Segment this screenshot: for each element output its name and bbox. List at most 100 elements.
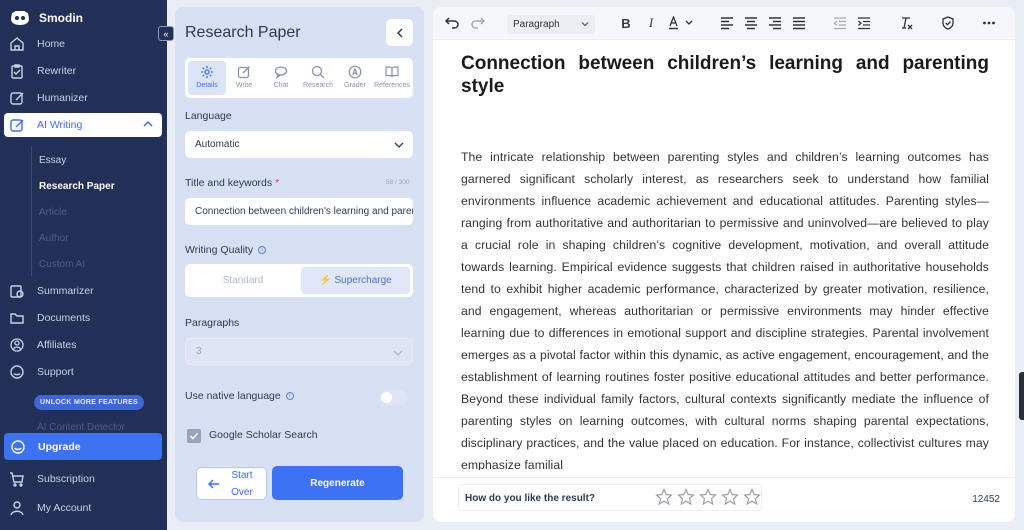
nav-support[interactable]: Support — [4, 360, 162, 384]
outdent-button[interactable] — [833, 16, 847, 30]
upgrade-label: Upgrade — [38, 440, 81, 453]
nav-summarizer-label: Summarizer — [37, 285, 94, 297]
align-center-icon — [745, 17, 757, 30]
summarizer-icon — [10, 285, 24, 298]
language-select[interactable]: Automatic — [185, 131, 413, 158]
tab-write-label: Write — [235, 82, 253, 89]
align-right-icon — [769, 17, 781, 30]
align-left-button[interactable] — [720, 16, 734, 30]
title-input[interactable]: Connection between children's learning a… — [185, 198, 413, 225]
redo-button[interactable] — [471, 16, 485, 30]
tab-chat-label: Chat — [273, 82, 289, 89]
star-icon[interactable] — [677, 488, 695, 506]
start-over-button[interactable]: Start Over — [196, 467, 267, 500]
indent-button[interactable] — [857, 16, 871, 30]
upgrade-button[interactable]: Upgrade — [4, 433, 162, 460]
align-center-button[interactable] — [744, 16, 758, 30]
text-color-button[interactable] — [668, 16, 696, 30]
italic-icon: I — [648, 15, 654, 30]
more-options-button[interactable] — [982, 16, 996, 30]
star-icon[interactable] — [699, 488, 717, 506]
unlock-features-badge[interactable]: UNLOCK MORE FEATURES — [34, 395, 145, 410]
more-horizontal-icon — [983, 21, 995, 25]
nav-home-label: Home — [37, 38, 66, 50]
title-label-text: Title and keywords — [185, 177, 273, 189]
tab-references-label: References — [374, 82, 410, 89]
nav-affiliates[interactable]: Affiliates — [4, 333, 162, 357]
brand-name: Smodin — [39, 11, 83, 25]
grade-a-icon — [348, 65, 362, 79]
align-right-button[interactable] — [768, 16, 782, 30]
info-icon[interactable]: i — [258, 246, 267, 255]
nav-documents[interactable]: Documents — [4, 306, 162, 330]
tab-grader-label: Grader — [344, 82, 366, 89]
nav-ai-content-detector[interactable]: AI Content Detector — [37, 422, 125, 433]
nav-humanizer-label: Humanizer — [37, 92, 88, 104]
star-icon[interactable] — [743, 488, 761, 506]
nav-home[interactable]: Home — [4, 32, 162, 56]
native-language-label: Use native language i — [185, 390, 294, 402]
tab-research-label: Research — [303, 82, 333, 89]
documents-icon — [10, 313, 24, 324]
chevron-down-icon — [394, 142, 404, 148]
document-heading[interactable]: Connection between children’s learning a… — [461, 52, 989, 98]
nav-humanizer[interactable]: Humanizer — [4, 86, 162, 110]
align-justify-button[interactable] — [792, 16, 806, 30]
nav-my-account[interactable]: My Account — [4, 496, 162, 520]
nav-my-account-label: My Account — [37, 502, 92, 514]
brand[interactable]: Smodin — [10, 10, 83, 26]
account-icon — [10, 501, 24, 516]
tab-references[interactable]: References — [373, 61, 411, 95]
nav-subscription-label: Subscription — [37, 473, 95, 485]
tab-details-label: Details — [196, 82, 218, 89]
nav-rewriter[interactable]: Rewriter — [4, 59, 162, 83]
clear-format-icon — [902, 17, 913, 30]
panel-title: Research Paper — [185, 24, 301, 41]
tab-details[interactable]: Details — [188, 61, 226, 95]
bold-button[interactable]: B — [619, 16, 633, 31]
sub-custom-ai[interactable]: Custom AI — [39, 259, 85, 270]
scholar-search-checkbox[interactable] — [187, 429, 201, 443]
italic-button[interactable]: I — [644, 15, 658, 30]
rating-box: How do you like the result? — [458, 484, 762, 511]
tab-research[interactable]: Research — [299, 61, 337, 95]
sub-research-paper[interactable]: Research Paper — [39, 181, 115, 192]
nav-summarizer[interactable]: Summarizer — [4, 279, 162, 303]
cart-icon — [10, 472, 24, 487]
quality-standard-option[interactable]: Standard — [188, 267, 298, 294]
panel-back-button[interactable] — [386, 19, 413, 46]
upgrade-icon — [11, 439, 25, 454]
paragraph-style-value: Paragraph — [513, 19, 560, 30]
info-icon[interactable]: i — [285, 392, 294, 401]
sub-article[interactable]: Article — [39, 207, 67, 218]
check-button[interactable] — [941, 16, 955, 30]
undo-button[interactable] — [445, 16, 459, 30]
chevron-up-icon — [143, 120, 153, 127]
sub-essay[interactable]: Essay — [39, 155, 66, 166]
regenerate-button[interactable]: Regenerate — [272, 466, 403, 500]
tab-write[interactable]: Write — [225, 61, 263, 95]
sub-author[interactable]: Author — [39, 233, 68, 244]
tab-grader[interactable]: Grader — [336, 61, 374, 95]
outdent-icon — [833, 17, 846, 30]
search-icon — [311, 65, 325, 79]
scrollbar-handle[interactable] — [1019, 372, 1024, 420]
paragraph-style-select[interactable]: Paragraph — [507, 15, 595, 34]
paragraphs-select[interactable]: 3 — [185, 338, 413, 365]
nav-documents-label: Documents — [37, 312, 91, 324]
nav-ai-writing-label: AI Writing — [37, 119, 83, 131]
sidebar-collapse-button[interactable]: « — [158, 26, 174, 41]
nav-ai-writing[interactable]: AI Writing — [4, 113, 162, 137]
checkmark-icon — [189, 432, 199, 440]
nav-support-label: Support — [37, 366, 74, 378]
nav-subscription[interactable]: Subscription — [4, 467, 162, 491]
quality-label: Writing Quality i — [185, 244, 267, 256]
star-icon[interactable] — [655, 488, 673, 506]
tab-chat[interactable]: Chat — [262, 61, 300, 95]
clear-format-button[interactable] — [899, 16, 913, 30]
native-language-toggle[interactable] — [379, 390, 408, 405]
sidebar: Smodin Home Rewriter Humanizer AI Writin… — [0, 0, 167, 530]
document-body[interactable]: The intricate relationship between paren… — [461, 146, 989, 470]
quality-supercharge-option[interactable]: ⚡ Supercharge — [301, 267, 410, 294]
star-icon[interactable] — [721, 488, 739, 506]
